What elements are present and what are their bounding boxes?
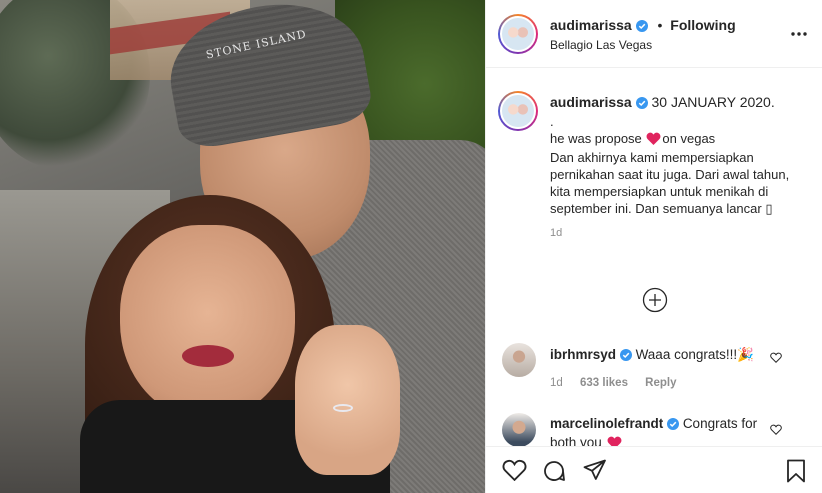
load-more-comments-icon[interactable] — [642, 287, 668, 313]
post-caption: audimarissa 30 JANUARY 2020. . he was pr… — [550, 94, 810, 242]
comment-meta: 1d 633 likes Reply — [550, 377, 691, 389]
commenter-username[interactable]: ibrhmrsyd — [550, 347, 616, 362]
comment-text: Waaa congrats!!! — [635, 347, 738, 362]
author-username[interactable]: audimarissa — [550, 17, 632, 33]
like-comment-icon[interactable] — [770, 423, 782, 438]
comment-body: ibrhmrsyd Waaa congrats!!!🎉 — [550, 346, 780, 365]
more-options-icon[interactable] — [791, 24, 807, 39]
heart-emoji-icon — [646, 132, 661, 149]
photo-woman-face — [120, 225, 295, 420]
author-avatar[interactable] — [498, 14, 538, 54]
share-icon[interactable] — [583, 459, 607, 484]
commenter-username[interactable]: marcelinolefrandt — [550, 416, 663, 431]
caption-date: 30 JANUARY 2020. — [651, 94, 775, 110]
photo-woman-lips — [182, 345, 234, 367]
commenter-avatar[interactable] — [502, 343, 536, 377]
caption-head: audimarissa 30 JANUARY 2020. — [550, 94, 810, 113]
caption-missing-glyph: ▯ — [765, 201, 773, 216]
caption-author-avatar[interactable] — [498, 91, 538, 131]
comment-item: ibrhmrsyd Waaa congrats!!!🎉 1d 633 likes… — [498, 340, 818, 400]
post-action-bar — [486, 446, 822, 493]
caption-username[interactable]: audimarissa — [550, 94, 632, 110]
photo-hand — [295, 325, 400, 475]
post-header: audimarissa • Following Bellagio Las Veg… — [486, 0, 822, 68]
heart-emoji-icon — [607, 436, 622, 446]
party-emoji: 🎉 — [737, 347, 754, 362]
verified-badge-icon — [667, 417, 680, 434]
comment-reply-button[interactable]: Reply — [645, 377, 676, 389]
verified-badge-icon — [635, 19, 648, 35]
instagram-post-modal: STONE ISLAND audimarissa • Following Bel… — [0, 0, 822, 493]
comment-icon[interactable] — [542, 459, 566, 486]
commenter-avatar[interactable] — [502, 413, 536, 446]
comment-body: marcelinolefrandt Congrats for both you — [550, 415, 780, 446]
comment-time: 1d — [550, 377, 563, 389]
follow-status-button[interactable]: Following — [670, 17, 735, 33]
header-separator: • — [657, 17, 663, 33]
post-photo[interactable]: STONE ISLAND — [0, 0, 485, 493]
photo-ring — [333, 404, 353, 412]
verified-badge-icon — [635, 96, 648, 113]
caption-body-text: Dan akhirnya kami mempersiapkan pernikah… — [550, 150, 793, 216]
post-location[interactable]: Bellagio Las Vegas — [550, 38, 652, 52]
caption-body: Dan akhirnya kami mempersiapkan pernikah… — [550, 149, 810, 217]
like-comment-icon[interactable] — [770, 351, 782, 366]
comment-item: marcelinolefrandt Congrats for both you — [498, 410, 818, 446]
post-side-panel: audimarissa • Following Bellagio Las Veg… — [485, 0, 822, 493]
comment-likes[interactable]: 633 likes — [580, 377, 628, 389]
caption-line-1-start: he was propose — [550, 131, 646, 146]
heart-icon[interactable] — [502, 459, 527, 484]
author-line: audimarissa • Following — [550, 17, 736, 35]
caption-timestamp: 1d — [550, 227, 563, 239]
caption-line-1-end: on vegas — [662, 131, 716, 146]
caption-line-1: he was propose on vegas — [550, 130, 810, 149]
save-icon[interactable] — [786, 459, 806, 486]
verified-badge-icon — [619, 348, 632, 365]
caption-dot-line: . — [550, 114, 554, 129]
